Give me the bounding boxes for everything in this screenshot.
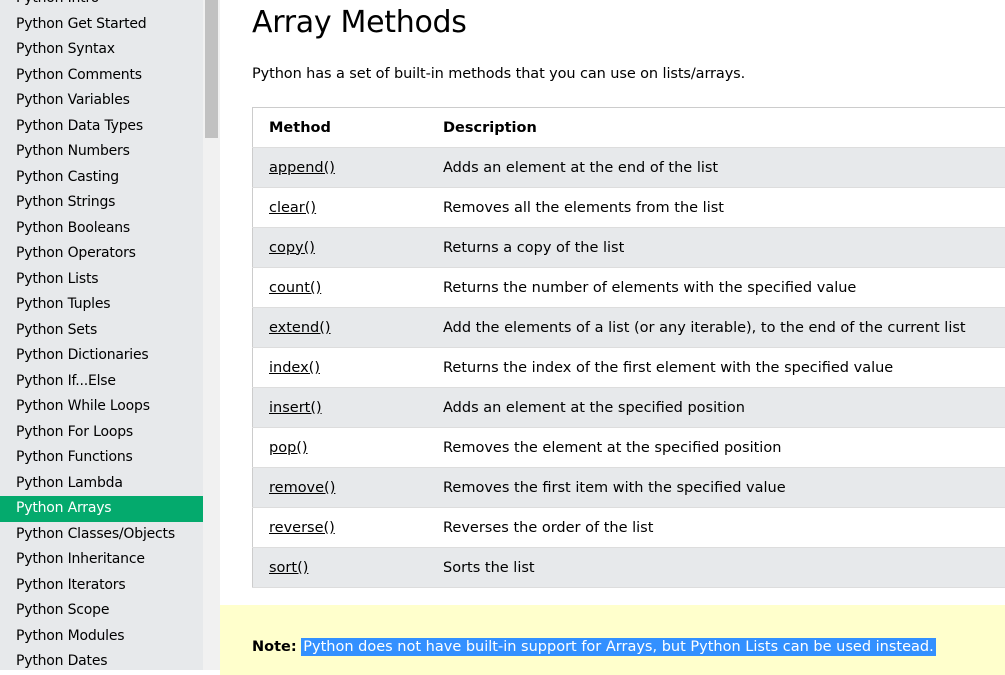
description-cell: Returns a copy of the list	[427, 228, 1005, 268]
note-label: Note:	[252, 639, 297, 655]
description-cell: Reverses the order of the list	[427, 508, 1005, 548]
method-link[interactable]: reverse()	[269, 520, 335, 536]
description-cell: Adds an element at the end of the list	[427, 148, 1005, 188]
sidebar-item-python-booleans[interactable]: Python Booleans	[0, 216, 203, 242]
method-cell: index()	[253, 348, 428, 388]
sidebar-item-python-while-loops[interactable]: Python While Loops	[0, 394, 203, 420]
methods-table: Method Description append() Adds an eleme…	[252, 107, 1005, 588]
table-row: remove() Removes the first item with the …	[253, 468, 1005, 508]
method-link[interactable]: index()	[269, 360, 320, 376]
method-cell: remove()	[253, 468, 428, 508]
description-cell: Returns the number of elements with the …	[427, 268, 1005, 308]
sidebar-item-python-if-else[interactable]: Python If...Else	[0, 369, 203, 395]
sidebar-item-python-dates[interactable]: Python Dates	[0, 649, 203, 670]
sidebar-item-python-iterators[interactable]: Python Iterators	[0, 573, 203, 599]
method-link[interactable]: extend()	[269, 320, 331, 336]
sidebar-nav-list: Python IntroPython Get StartedPython Syn…	[0, 0, 203, 670]
table-row: clear() Removes all the elements from the…	[253, 188, 1005, 228]
note-text-selected: Python does not have built-in support fo…	[301, 638, 935, 656]
table-row: reverse() Reverses the order of the list	[253, 508, 1005, 548]
sidebar-item-python-dictionaries[interactable]: Python Dictionaries	[0, 343, 203, 369]
sidebar-item-python-strings[interactable]: Python Strings	[0, 190, 203, 216]
sidebar-item-python-for-loops[interactable]: Python For Loops	[0, 420, 203, 446]
method-link[interactable]: sort()	[269, 560, 308, 576]
description-cell: Returns the index of the first element w…	[427, 348, 1005, 388]
sidebar-item-python-sets[interactable]: Python Sets	[0, 318, 203, 344]
note: Note: Python does not have built-in supp…	[252, 639, 936, 655]
sidebar-item-python-arrays[interactable]: Python Arrays	[0, 496, 203, 522]
sidebar-item-python-operators[interactable]: Python Operators	[0, 241, 203, 267]
table-row: copy() Returns a copy of the list	[253, 228, 1005, 268]
method-cell: insert()	[253, 388, 428, 428]
note-panel: Note: Python does not have built-in supp…	[220, 605, 1005, 675]
sidebar-item-python-classes-objects[interactable]: Python Classes/Objects	[0, 522, 203, 548]
method-link[interactable]: pop()	[269, 440, 308, 456]
method-cell: clear()	[253, 188, 428, 228]
method-link[interactable]: append()	[269, 160, 335, 176]
description-cell: Removes the first item with the specifie…	[427, 468, 1005, 508]
method-link[interactable]: remove()	[269, 480, 335, 496]
method-link[interactable]: insert()	[269, 400, 322, 416]
table-row: insert() Adds an element at the specified…	[253, 388, 1005, 428]
sidebar-item-python-variables[interactable]: Python Variables	[0, 88, 203, 114]
intro-text: Python has a set of built-in methods tha…	[252, 66, 745, 82]
method-cell: reverse()	[253, 508, 428, 548]
method-cell: count()	[253, 268, 428, 308]
method-cell: copy()	[253, 228, 428, 268]
column-header-description: Description	[427, 108, 1005, 148]
sidebar-item-python-tuples[interactable]: Python Tuples	[0, 292, 203, 318]
description-cell: Adds an element at the specified positio…	[427, 388, 1005, 428]
description-cell: Add the elements of a list (or any itera…	[427, 308, 1005, 348]
sidebar-item-python-lambda[interactable]: Python Lambda	[0, 471, 203, 497]
page-title: Array Methods	[252, 5, 467, 40]
table-row: extend() Add the elements of a list (or a…	[253, 308, 1005, 348]
description-cell: Removes the element at the specified pos…	[427, 428, 1005, 468]
description-cell: Removes all the elements from the list	[427, 188, 1005, 228]
table-row: pop() Removes the element at the specifie…	[253, 428, 1005, 468]
table-header-row: Method Description	[253, 108, 1005, 148]
table-row: index() Returns the index of the first el…	[253, 348, 1005, 388]
sidebar-item-python-modules[interactable]: Python Modules	[0, 624, 203, 650]
sidebar-item-python-functions[interactable]: Python Functions	[0, 445, 203, 471]
sidebar-item-python-numbers[interactable]: Python Numbers	[0, 139, 203, 165]
table-row: count() Returns the number of elements wi…	[253, 268, 1005, 308]
sidebar-item-python-scope[interactable]: Python Scope	[0, 598, 203, 624]
method-link[interactable]: copy()	[269, 240, 315, 256]
method-cell: sort()	[253, 548, 428, 588]
sidebar-item-python-intro[interactable]: Python Intro	[0, 0, 203, 12]
method-cell: pop()	[253, 428, 428, 468]
sidebar-item-python-comments[interactable]: Python Comments	[0, 63, 203, 89]
column-header-method: Method	[253, 108, 428, 148]
method-cell: extend()	[253, 308, 428, 348]
method-link[interactable]: clear()	[269, 200, 316, 216]
sidebar-item-python-get-started[interactable]: Python Get Started	[0, 12, 203, 38]
sidebar-scrollbar-thumb[interactable]	[205, 0, 218, 138]
table-row: append() Adds an element at the end of th…	[253, 148, 1005, 188]
sidebar-item-python-lists[interactable]: Python Lists	[0, 267, 203, 293]
table-body: append() Adds an element at the end of th…	[253, 148, 1005, 588]
description-cell: Sorts the list	[427, 548, 1005, 588]
sidebar-item-python-inheritance[interactable]: Python Inheritance	[0, 547, 203, 573]
sidebar-item-python-syntax[interactable]: Python Syntax	[0, 37, 203, 63]
table-row: sort() Sorts the list	[253, 548, 1005, 588]
main-content: Array Methods Python has a set of built-…	[220, 0, 1005, 670]
sidebar-item-python-casting[interactable]: Python Casting	[0, 165, 203, 191]
sidebar: Python IntroPython Get StartedPython Syn…	[0, 0, 203, 670]
method-cell: append()	[253, 148, 428, 188]
sidebar-item-python-data-types[interactable]: Python Data Types	[0, 114, 203, 140]
method-link[interactable]: count()	[269, 280, 321, 296]
